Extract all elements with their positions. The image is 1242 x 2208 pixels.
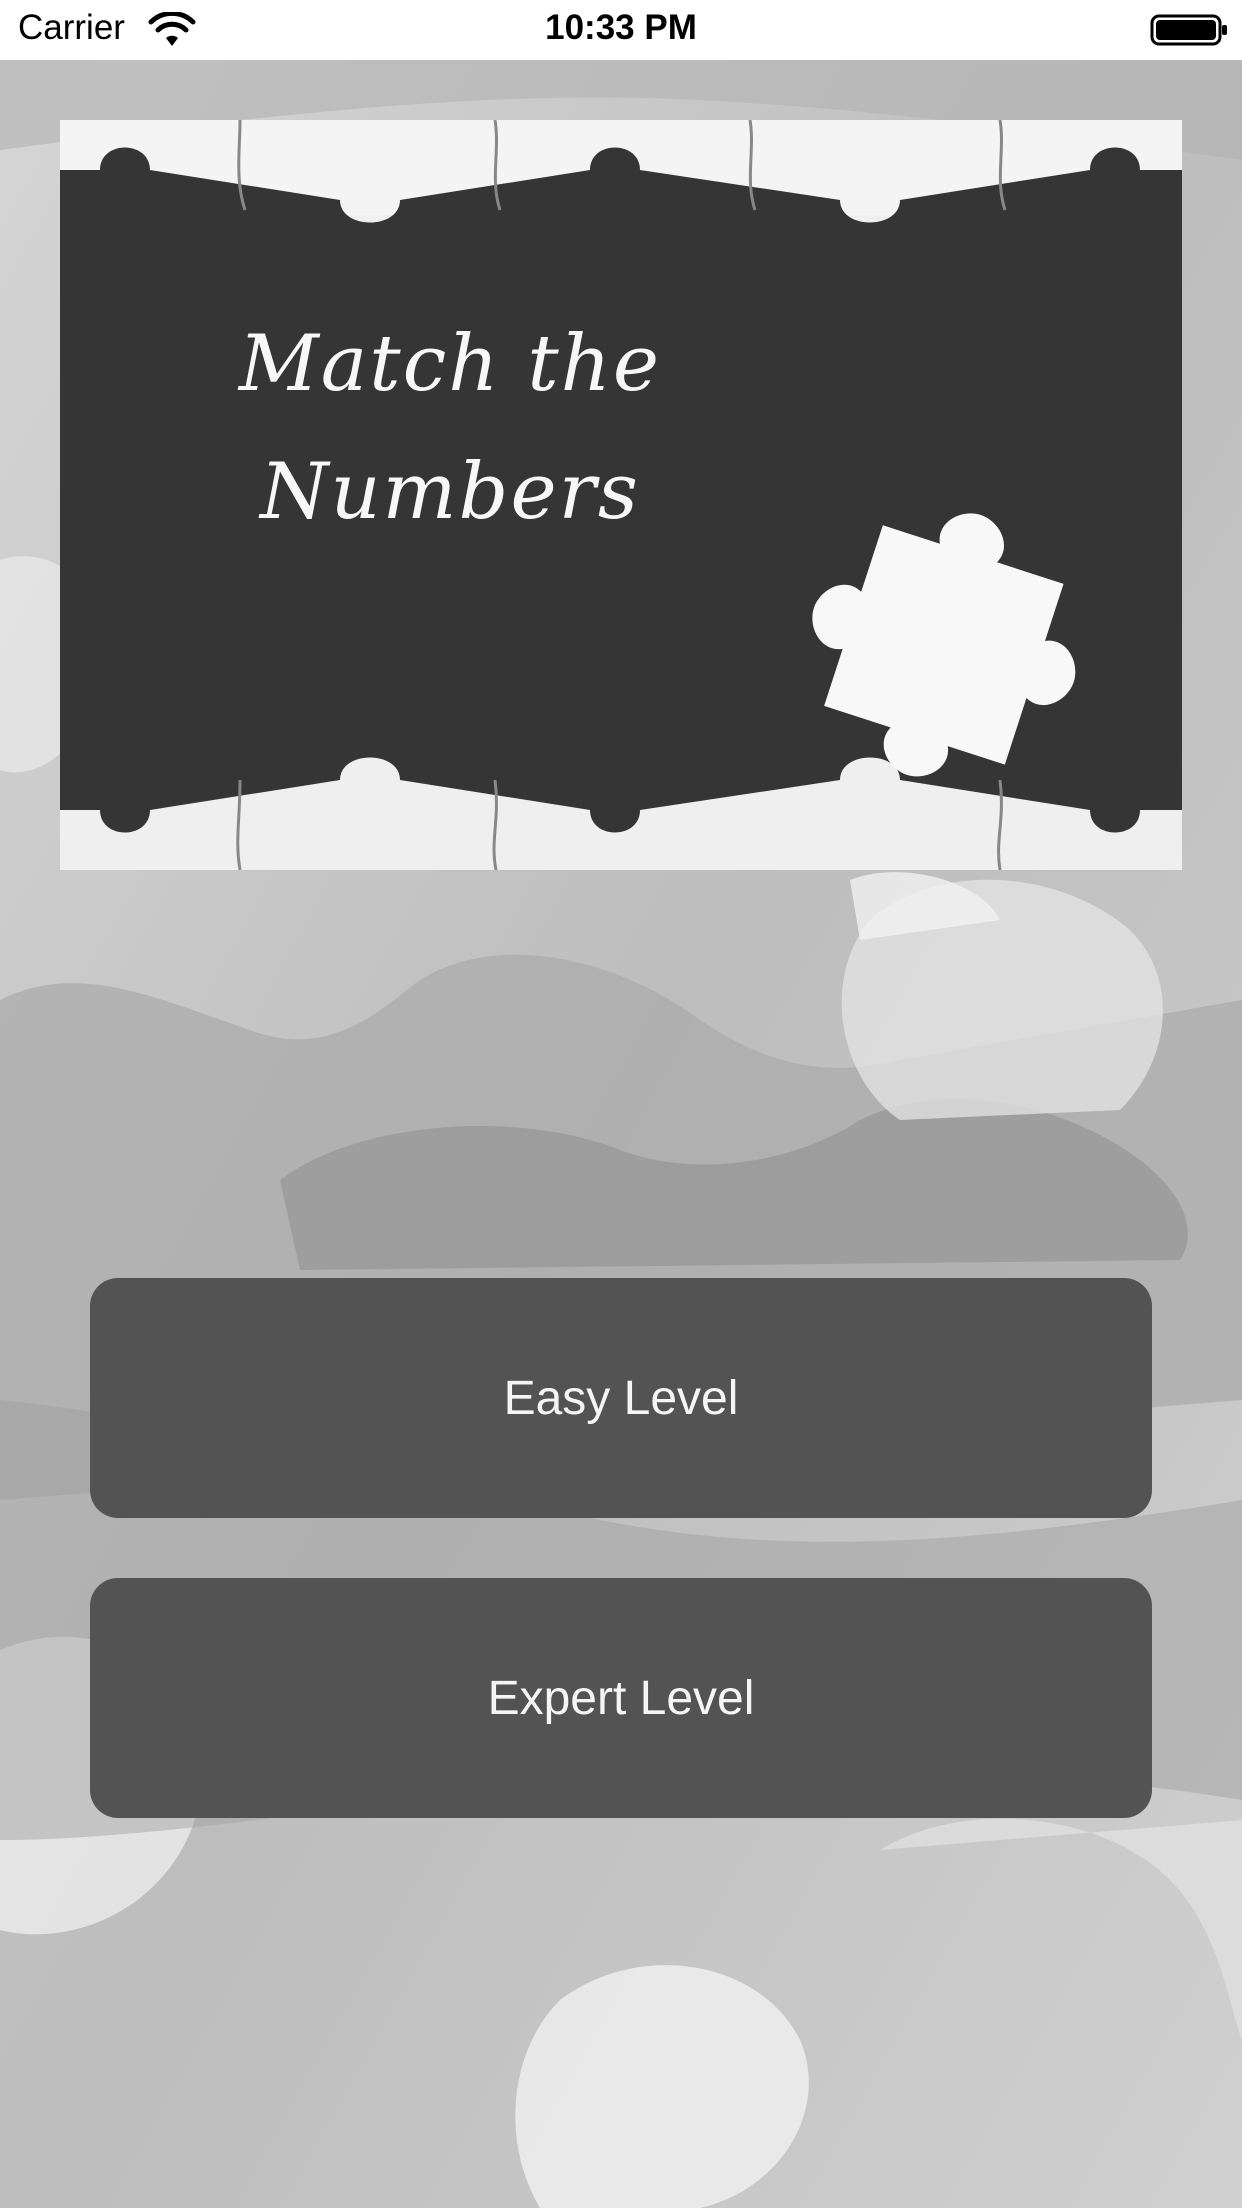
clock: 10:33 PM — [545, 8, 697, 47]
banner-title: Match the Numbers — [220, 300, 680, 556]
title-line-1: Match the — [238, 319, 662, 409]
status-bar: Carrier 10:33 PM — [0, 0, 1242, 60]
battery-icon — [1150, 14, 1227, 46]
title-line-2: Numbers — [260, 447, 640, 537]
expert-level-label: Expert Level — [487, 1671, 755, 1725]
easy-level-label: Easy Level — [503, 1371, 739, 1425]
expert-level-button[interactable]: Expert Level — [90, 1578, 1152, 1818]
easy-level-button[interactable]: Easy Level — [90, 1278, 1152, 1518]
home-screen: Carrier 10:33 PM Match the Numbers Easy … — [0, 0, 1242, 2208]
